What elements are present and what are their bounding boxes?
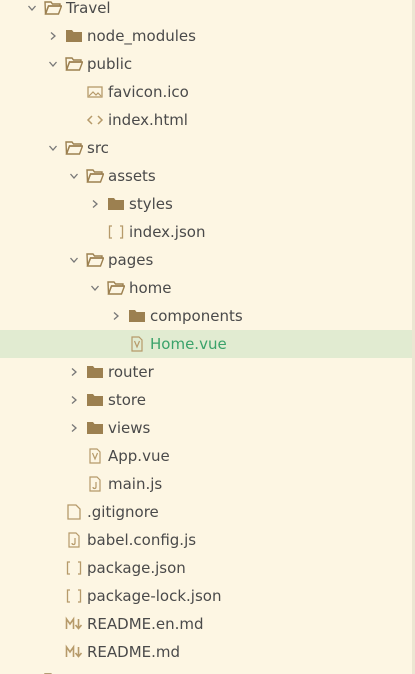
chevron-right-icon[interactable]: [87, 196, 103, 212]
tree-folder-router[interactable]: router: [0, 358, 412, 386]
chevron-down-icon[interactable]: [66, 252, 82, 268]
chevron-down-icon[interactable]: [45, 140, 61, 156]
tree-item-label: .gitignore: [87, 503, 159, 521]
code-file-icon: [86, 111, 106, 129]
folder-open-icon: [86, 251, 106, 269]
tree-item-label: index.json: [129, 223, 206, 241]
tree-folder-node-modules[interactable]: node_modules: [0, 22, 412, 50]
tree-item-label: assets: [108, 167, 156, 185]
file-explorer: Travel node_modulespublic favicon.ico index…: [0, 0, 415, 674]
tree-folder-public[interactable]: public: [0, 50, 412, 78]
tree-item-label: public: [87, 55, 133, 73]
tree-item-label: views: [108, 419, 151, 437]
file-tree: Travel node_modulespublic favicon.ico index…: [0, 0, 412, 674]
tree-folder-assets[interactable]: assets: [0, 162, 412, 190]
json-file-icon: [65, 587, 85, 605]
json-file-icon: [65, 559, 85, 577]
tree-file-home-vue[interactable]: Home.vue: [0, 330, 412, 358]
tree-item-label: node_modules: [87, 27, 196, 45]
tree-folder-home[interactable]: home: [0, 274, 412, 302]
tree-file-gitignore[interactable]: .gitignore: [0, 498, 412, 526]
tree-file-favicon-ico[interactable]: favicon.ico: [0, 78, 412, 106]
tree-item-label: favicon.ico: [108, 83, 189, 101]
folder-icon: [86, 391, 106, 409]
chevron-down-icon[interactable]: [24, 0, 40, 16]
tree-file-readme-md[interactable]: README.md: [0, 638, 412, 666]
chevron-down-icon[interactable]: [87, 280, 103, 296]
tree-file-main-js[interactable]: main.js: [0, 470, 412, 498]
tree-folder-store[interactable]: store: [0, 386, 412, 414]
tree-folder-root-2[interactable]: [0, 666, 412, 674]
tree-item-label: Home.vue: [150, 335, 227, 353]
tree-folder-views[interactable]: views: [0, 414, 412, 442]
tree-item-label: store: [108, 391, 146, 409]
folder-open-icon: [44, 0, 64, 17]
tree-file-package-json[interactable]: package.json: [0, 554, 412, 582]
folder-open-icon: [65, 55, 85, 73]
tree-item-label: main.js: [108, 475, 163, 493]
js-file-icon: [86, 475, 106, 493]
image-file-icon: [86, 83, 106, 101]
tree-file-index-json[interactable]: index.json: [0, 218, 412, 246]
chevron-right-icon[interactable]: [66, 392, 82, 408]
tree-file-package-lock-json[interactable]: package-lock.json: [0, 582, 412, 610]
markdown-file-icon: [65, 643, 85, 661]
tree-file-app-vue[interactable]: App.vue: [0, 442, 412, 470]
generic-file-icon: [65, 503, 85, 521]
tree-file-babel-config-js[interactable]: babel.config.js: [0, 526, 412, 554]
tree-item-label: babel.config.js: [87, 531, 197, 549]
js-file-icon: [65, 531, 85, 549]
chevron-down-icon[interactable]: [45, 56, 61, 72]
vue-file-icon: [86, 447, 106, 465]
chevron-right-icon[interactable]: [108, 308, 124, 324]
tree-item-label: README.en.md: [87, 615, 204, 633]
vue-file-icon: [128, 335, 148, 353]
tree-item-label: home: [129, 279, 172, 297]
folder-icon: [65, 27, 85, 45]
tree-item-label: package.json: [87, 559, 186, 577]
tree-folder-components[interactable]: components: [0, 302, 412, 330]
tree-item-label: index.html: [108, 111, 188, 129]
folder-open-icon: [86, 167, 106, 185]
tree-item-label: router: [108, 363, 154, 381]
markdown-file-icon: [65, 615, 85, 633]
folder-icon: [107, 195, 127, 213]
chevron-down-icon[interactable]: [66, 168, 82, 184]
json-file-icon: [107, 223, 127, 241]
tree-item-label: src: [87, 139, 109, 157]
tree-item-label: App.vue: [108, 447, 170, 465]
tree-folder-src[interactable]: src: [0, 134, 412, 162]
tree-file-readme-en-md[interactable]: README.en.md: [0, 610, 412, 638]
tree-folder-travel[interactable]: Travel: [0, 0, 412, 22]
tree-file-index-html[interactable]: index.html: [0, 106, 412, 134]
folder-open-icon: [65, 139, 85, 157]
folder-icon: [86, 363, 106, 381]
tree-item-label: pages: [108, 251, 154, 269]
folder-open-icon: [107, 279, 127, 297]
folder-icon: [128, 307, 148, 325]
tree-item-label: Travel: [66, 0, 111, 17]
folder-icon: [86, 419, 106, 437]
tree-item-label: README.md: [87, 643, 181, 661]
chevron-right-icon[interactable]: [66, 364, 82, 380]
chevron-right-icon[interactable]: [66, 420, 82, 436]
chevron-right-icon[interactable]: [45, 28, 61, 44]
tree-item-label: components: [150, 307, 243, 325]
tree-item-label: styles: [129, 195, 173, 213]
tree-folder-styles[interactable]: styles: [0, 190, 412, 218]
tree-item-label: package-lock.json: [87, 587, 222, 605]
tree-folder-pages[interactable]: pages: [0, 246, 412, 274]
